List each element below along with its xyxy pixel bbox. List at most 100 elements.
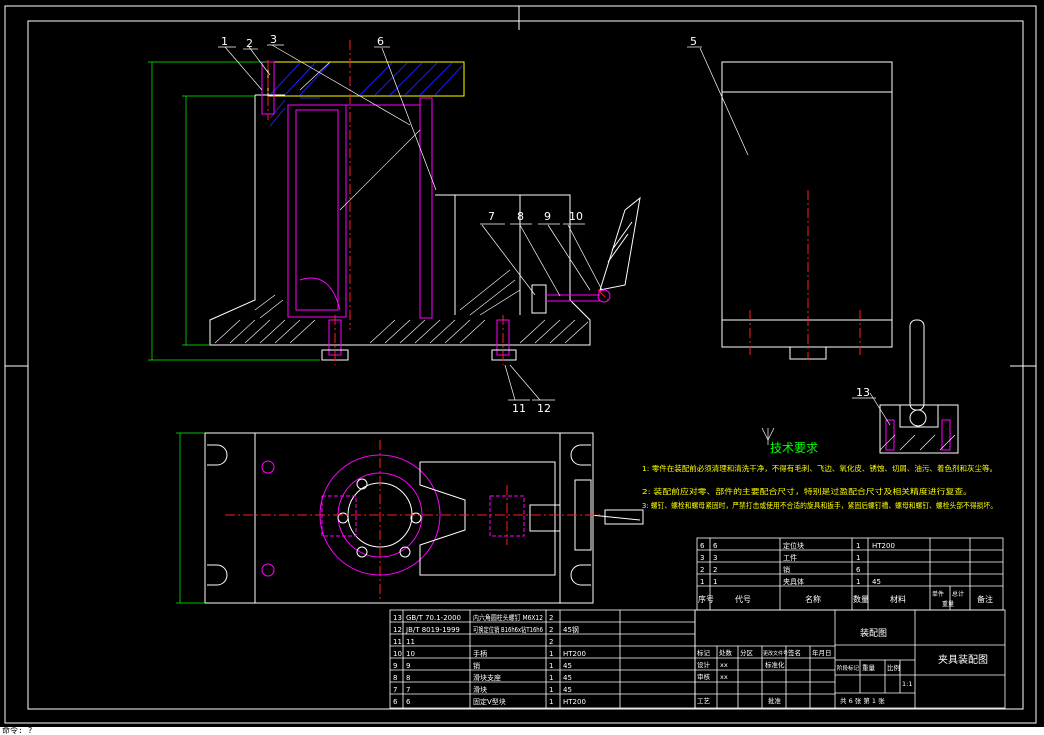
- balloon-12: 12: [537, 402, 551, 415]
- table-cell-main_bom-rows-4-material: 45: [563, 662, 572, 670]
- title-drawing-name: 装配图: [860, 627, 887, 639]
- table-cell-main_bom-rows-1-material: 45钢: [563, 625, 579, 634]
- table-cell-main_bom-rows-7-qty: 1: [549, 698, 553, 706]
- table-cell-title_block-stage_labels-0: 阶段标记: [837, 664, 860, 672]
- table-cell-title_block-sign_labels-3: 更改文件号: [763, 650, 788, 657]
- balloon-13: 13: [856, 386, 870, 399]
- table-cell-main_bom-rows-1-code: JB/T 8019-1999: [405, 626, 460, 634]
- table-cell-small_bom-header-total: 总计: [952, 590, 964, 598]
- table-cell-main_bom-rows-2-no: 11: [393, 638, 402, 646]
- table-cell-title_block-sign_labels-5: 年月日: [812, 648, 832, 657]
- table-cell-small_bom-header-name: 名称: [805, 594, 821, 604]
- tech-requirement-line-3: 3: 螺钉、螺栓和螺母紧固时，严禁打击或使用不合适的旋具和扳手，紧固后螺钉槽、螺…: [642, 501, 997, 510]
- table-cell-title_block-sign_labels-1: 处数: [719, 648, 733, 657]
- table-cell-small_bom-header-single: 单件: [932, 590, 944, 598]
- cad-drawing-canvas[interactable]: 1 2 3 6 5 7 8 9 10 11 12 13 技术要求 1: 零件在装…: [0, 0, 1044, 735]
- table-cell-main_bom-rows-6-no: 7: [393, 686, 397, 694]
- table-cell-title_block-role_labels-0: 设计: [697, 660, 711, 669]
- table-cell-title_block-role_labels-2: 工艺: [697, 697, 711, 705]
- table-cell-small_bom-rows-0-material: HT200: [872, 542, 895, 550]
- table-cell-main_bom-rows-3-name: 手柄: [473, 649, 487, 658]
- table-cell-title_block-approve_label: 批准: [768, 696, 782, 705]
- table-cell-small_bom-rows-1-code: 3: [713, 554, 717, 562]
- balloon-11: 11: [512, 402, 526, 415]
- table-cell-main_bom-rows-4-qty: 1: [549, 662, 553, 670]
- table-cell-small_bom-rows-1-qty: 1: [856, 554, 860, 562]
- balloon-2: 2: [246, 37, 253, 50]
- table-cell-main_bom-rows-6-material: 45: [563, 686, 572, 694]
- balloon-1: 1: [221, 35, 228, 48]
- table-cell-small_bom-rows-0-name: 定位块: [783, 541, 804, 550]
- table-cell-main_bom-rows-5-code: 8: [406, 674, 410, 682]
- table-cell-title_block-designer_value: xx: [720, 661, 728, 669]
- table-cell-title_block-stage_labels-1: 重量: [862, 664, 876, 672]
- table-cell-title_block-stage_labels-2: 比例: [887, 663, 900, 672]
- table-cell-title_block-std_label: 标准化: [765, 660, 785, 669]
- table-cell-main_bom-rows-4-code: 9: [406, 662, 410, 670]
- balloon-6: 6: [377, 35, 384, 48]
- balloon-5: 5: [690, 35, 697, 48]
- table-cell-small_bom-rows-0-qty: 1: [856, 542, 860, 550]
- tech-requirement-line-2: 2: 装配前应对零、部件的主要配合尺寸，特别是过盈配合尺寸及相关精度进行复查。: [642, 487, 972, 496]
- table-cell-small_bom-header-weight: 重量: [942, 600, 954, 608]
- balloon-9: 9: [544, 210, 551, 223]
- table-cell-main_bom-rows-0-name: 内六角圆柱头螺钉 M6X12: [473, 613, 543, 622]
- table-cell-main_bom-rows-5-qty: 1: [549, 674, 553, 682]
- table-cell-main_bom-rows-5-name: 滑块支座: [473, 673, 501, 682]
- table-cell-small_bom-rows-2-qty: 6: [856, 566, 861, 574]
- table-cell-small_bom-rows-2-name: 销: [783, 565, 790, 574]
- table-cell-small_bom-rows-3-name: 夹具体: [783, 577, 804, 586]
- table-cell-main_bom-rows-3-no: 10: [393, 650, 402, 658]
- table-cell-small_bom-rows-1-name: 工件: [783, 553, 797, 562]
- table-cell-main_bom-rows-0-no: 13: [393, 614, 402, 622]
- command-line[interactable]: 命令: ?: [0, 727, 1044, 735]
- table-cell-main_bom-rows-1-no: 12: [393, 626, 402, 634]
- table-cell-small_bom-rows-3-material: 45: [872, 578, 881, 586]
- table-cell-title_block-sign_labels-4: 签名: [788, 648, 801, 657]
- table-cell-small_bom-rows-2-code: 2: [713, 566, 717, 574]
- table-cell-small_bom-rows-1-no: 3: [700, 554, 704, 562]
- table-cell-main_bom-rows-3-qty: 1: [549, 650, 553, 658]
- table-cell-main_bom-rows-4-no: 9: [393, 662, 397, 670]
- table-cell-main_bom-rows-3-material: HT200: [563, 650, 586, 658]
- table-cell-title_block-sheets: 共 6 张 第 1 张: [840, 696, 885, 705]
- table-cell-small_bom-rows-3-code: 1: [713, 578, 717, 586]
- table-cell-main_bom-rows-5-material: 45: [563, 674, 572, 682]
- table-cell-title_block-sign_labels-0: 标记: [697, 648, 711, 657]
- balloon-7: 7: [488, 210, 495, 223]
- title-main: 夹具装配图: [938, 653, 988, 666]
- table-cell-main_bom-rows-6-name: 滑块: [473, 685, 487, 694]
- table-cell-small_bom-header-qty: 数量: [853, 594, 869, 604]
- table-cell-small_bom-header-material: 材料: [890, 594, 906, 604]
- table-cell-main_bom-rows-1-qty: 2: [549, 626, 553, 634]
- balloon-3: 3: [270, 33, 277, 46]
- table-cell-small_bom-header-remark: 备注: [977, 594, 993, 604]
- table-cell-main_bom-rows-6-code: 7: [406, 686, 410, 694]
- table-cell-small_bom-header-no: 序号: [698, 594, 714, 604]
- table-cell-main_bom-rows-7-code: 6: [406, 698, 411, 706]
- table-cell-main_bom-rows-1-name: 可换定位销 B16h6x钻T16h6: [473, 625, 543, 634]
- balloon-10: 10: [569, 210, 583, 223]
- table-cell-title_block-sign_labels-2: 分区: [740, 648, 754, 657]
- table-cell-small_bom-rows-0-no: 6: [700, 542, 705, 550]
- table-cell-title_block-reviewer_value: xx: [720, 673, 728, 681]
- table-cell-main_bom-rows-5-no: 8: [393, 674, 397, 682]
- table-cell-main_bom-rows-6-qty: 1: [549, 686, 553, 694]
- tech-requirements-title: 技术要求: [770, 441, 818, 455]
- table-cell-main_bom-rows-2-qty: 2: [549, 638, 553, 646]
- table-cell-main_bom-rows-7-name: 固定V型块: [473, 697, 506, 706]
- table-cell-small_bom-rows-0-code: 6: [713, 542, 718, 550]
- balloon-8: 8: [517, 210, 524, 223]
- table-cell-title_block-scale: 1:1: [902, 680, 912, 688]
- tech-requirement-line-1: 1: 零件在装配前必须清理和清洗干净，不得有毛刺、飞边、氧化皮、锈蚀、切屑、油污…: [642, 464, 997, 473]
- table-cell-small_bom-rows-2-no: 2: [700, 566, 704, 574]
- table-cell-small_bom-rows-3-qty: 1: [856, 578, 860, 586]
- table-cell-main_bom-rows-0-code: GB/T 70.1-2000: [406, 614, 461, 622]
- table-cell-small_bom-rows-3-no: 1: [700, 578, 704, 586]
- table-cell-main_bom-rows-7-no: 6: [393, 698, 398, 706]
- table-cell-small_bom-header-code: 代号: [735, 594, 751, 604]
- table-cell-main_bom-rows-2-code: 11: [406, 638, 415, 646]
- table-cell-main_bom-rows-4-name: 销: [473, 661, 480, 670]
- table-cell-main_bom-rows-7-material: HT200: [563, 698, 586, 706]
- table-cell-main_bom-rows-3-code: 10: [406, 650, 415, 658]
